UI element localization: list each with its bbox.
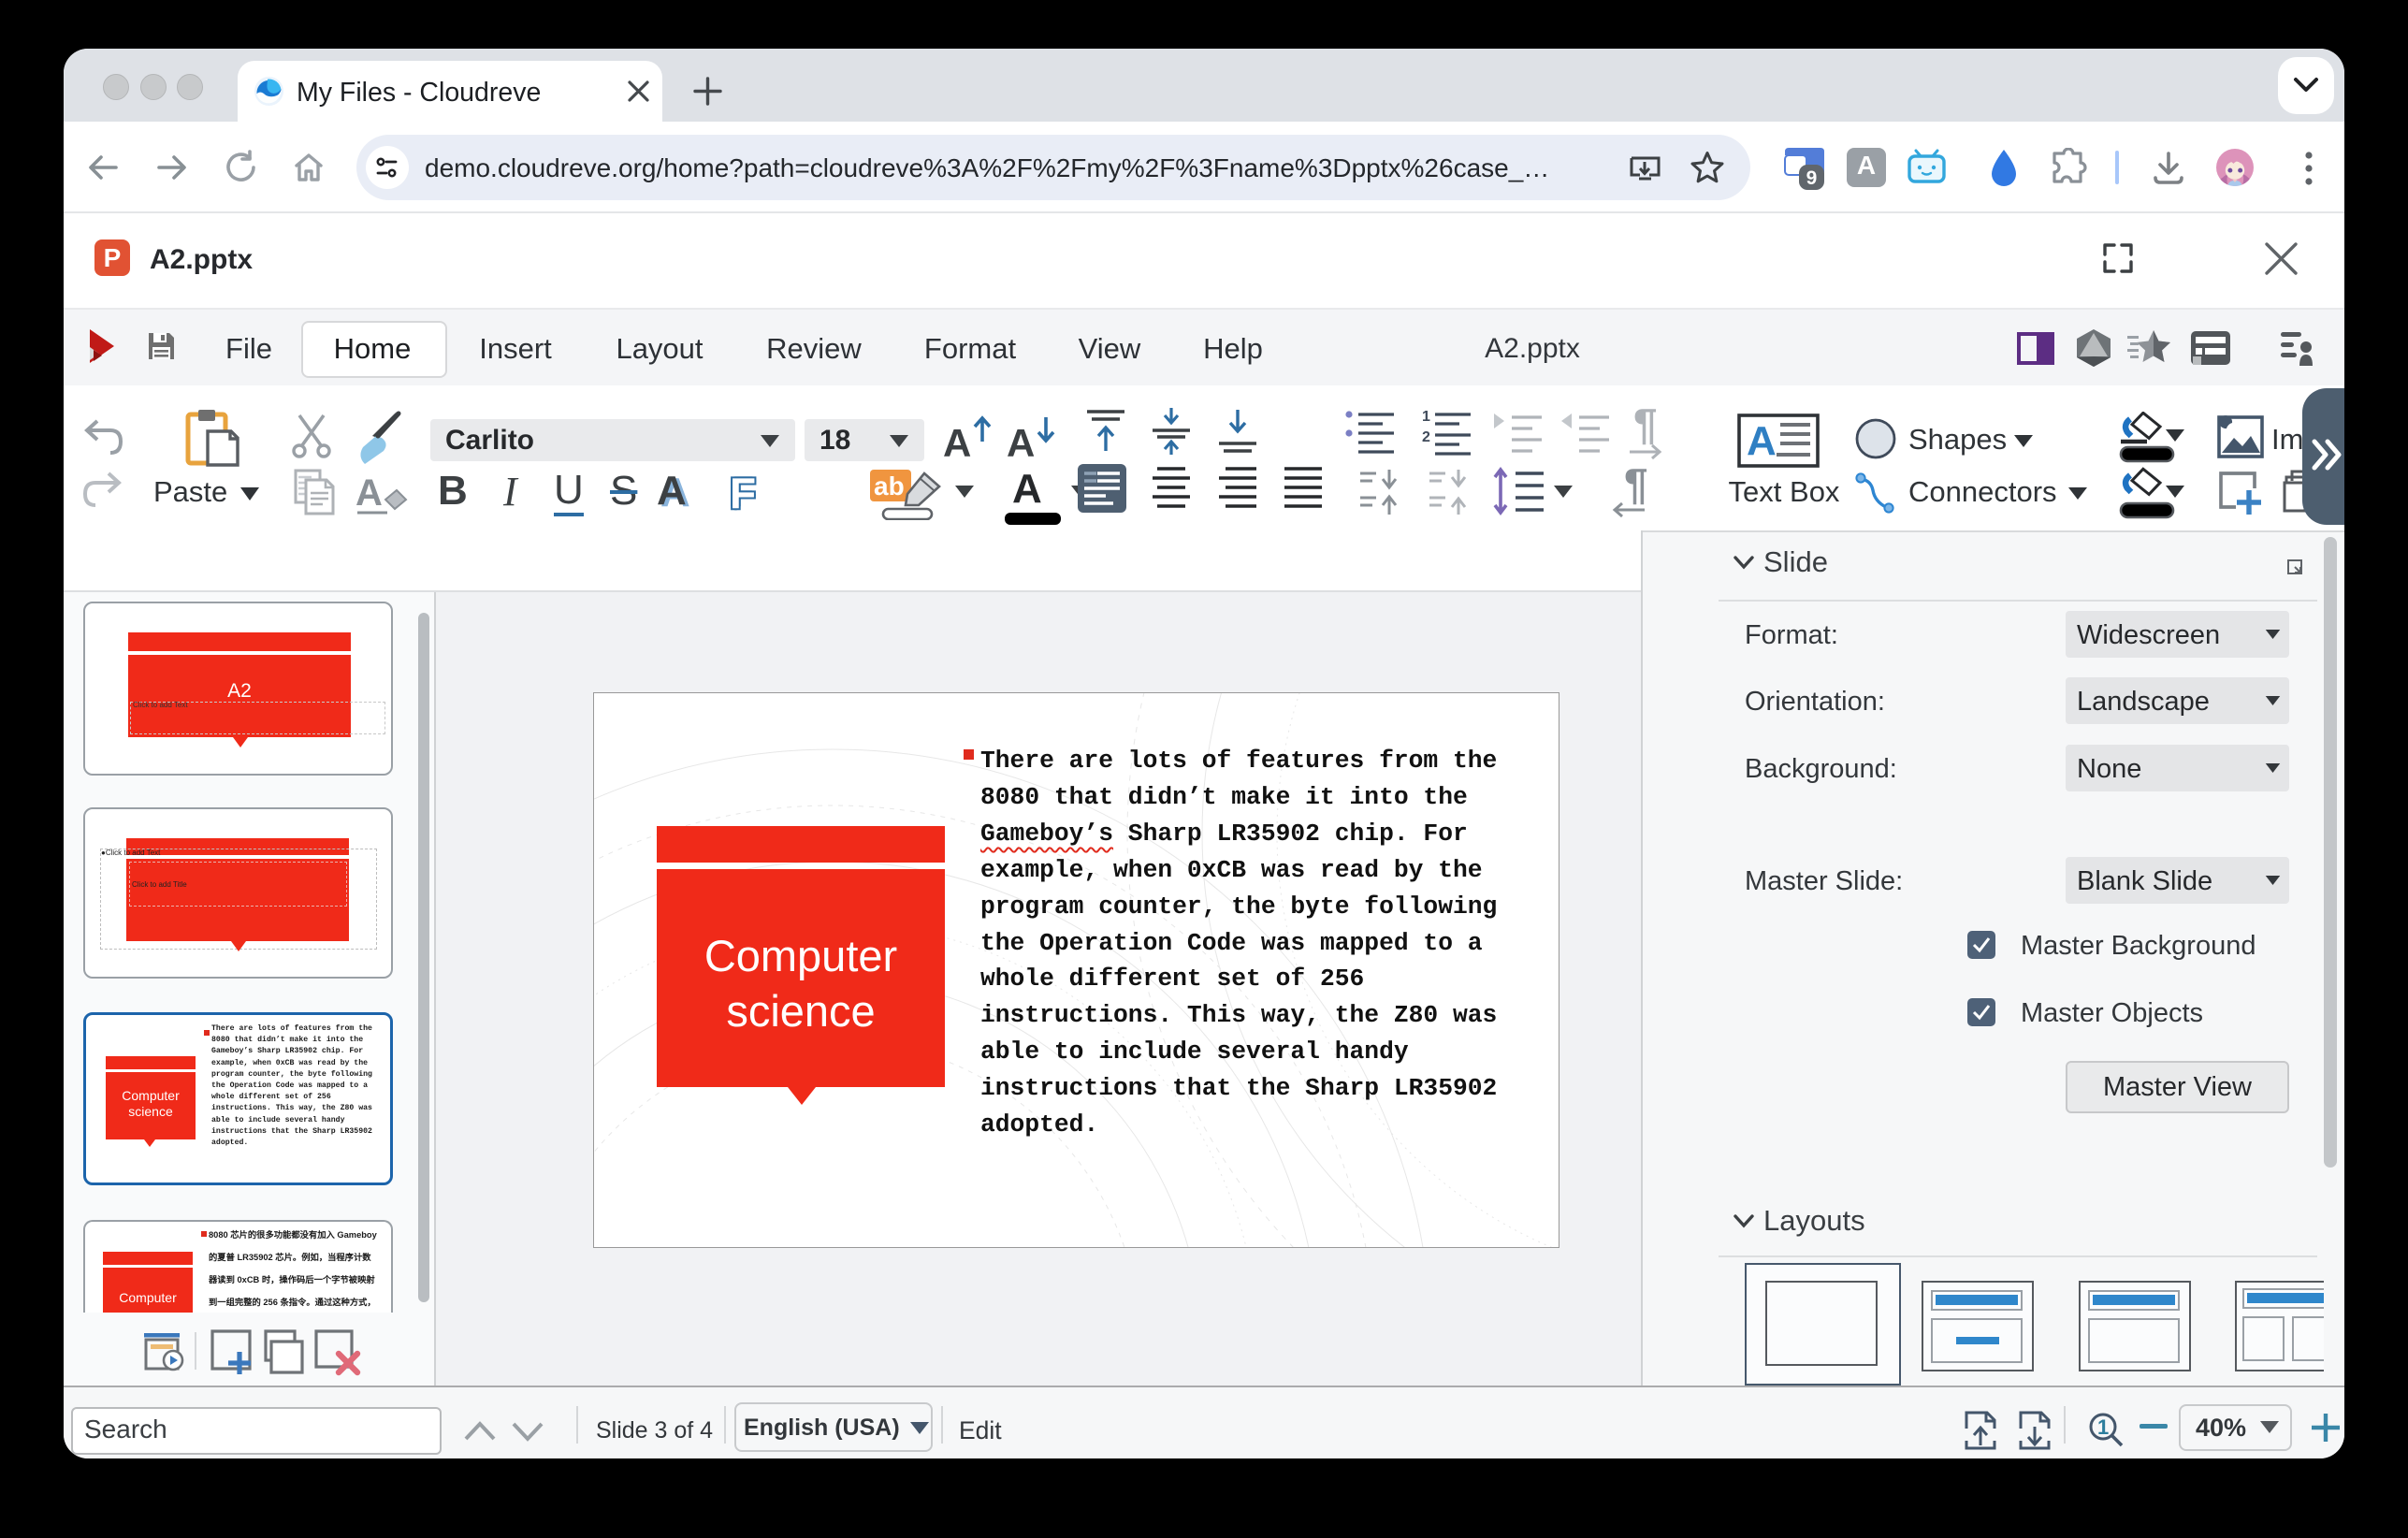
svg-text:A: A xyxy=(1747,418,1777,464)
svg-text:9: 9 xyxy=(1806,167,1818,189)
svg-text:ab: ab xyxy=(874,472,905,501)
svg-text:1: 1 xyxy=(1422,410,1430,425)
svg-text:A: A xyxy=(355,472,383,514)
svg-text:1: 1 xyxy=(2097,1415,2109,1439)
svg-text:2: 2 xyxy=(1422,429,1430,445)
